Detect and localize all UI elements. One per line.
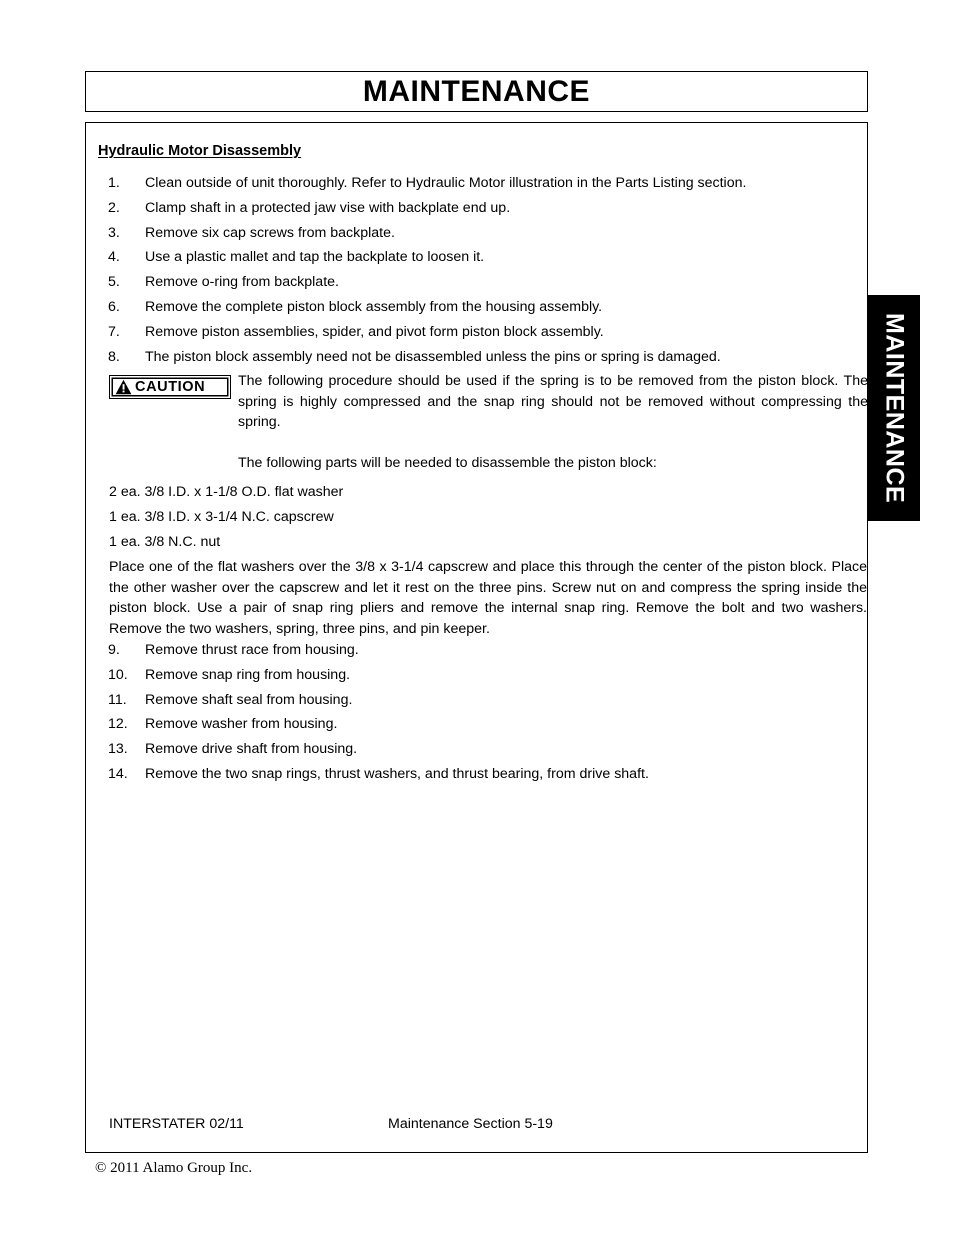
list-item: 6. Remove the complete piston block asse… [98, 295, 857, 320]
list-item-number: 9. [108, 642, 120, 658]
list-item: 5. Remove o-ring from backplate. [98, 270, 857, 295]
copyright-notice: © 2011 Alamo Group Inc. [95, 1160, 253, 1176]
list-item-number: 6. [108, 298, 120, 315]
list-item-number: 11. [108, 691, 127, 708]
list-item-text: Clean outside of unit thoroughly. Refer … [145, 175, 747, 191]
footer-model-date: INTERSTATER 02/11 [109, 1116, 244, 1132]
list-item-text: Remove the complete piston block assembl… [145, 298, 603, 315]
section-side-tab-label: MAINTENANCE [880, 312, 909, 504]
list-item: 1. Clean outside of unit thoroughly. Ref… [98, 171, 857, 196]
footer-section-label: Maintenance Section 5-19 [388, 1116, 553, 1132]
list-item-number: 1. [108, 175, 120, 191]
list-item-text: Remove o-ring from backplate. [145, 274, 339, 291]
content-box: Hydraulic Motor Disassembly 1. Clean out… [85, 122, 868, 1153]
page-footer: INTERSTATER 02/11 Maintenance Section 5-… [109, 1116, 849, 1134]
list-item-text: Remove six cap screws from backplate. [145, 224, 395, 241]
list-item-number: 12. [108, 716, 128, 733]
list-item: 9. Remove thrust race from housing. [98, 638, 857, 663]
list-item: 14. Remove the two snap rings, thrust wa… [98, 762, 857, 787]
parts-list: 2 ea. 3/8 I.D. x 1-1/8 O.D. flat washer … [109, 480, 849, 556]
warning-triangle-icon [115, 379, 132, 395]
list-item: 1 ea. 3/8 N.C. nut [109, 534, 221, 551]
caution-badge-label: CAUTION [135, 378, 206, 395]
list-item-number: 8. [108, 348, 120, 365]
list-item: 12. Remove washer from housing. [98, 712, 857, 737]
page-title: MAINTENANCE [362, 74, 591, 108]
list-item-text: Remove the two snap rings, thrust washer… [145, 765, 649, 782]
list-item-number: 13. [108, 741, 128, 758]
list-item: 11. Remove shaft seal from housing. [98, 688, 857, 713]
list-item-text: Remove thrust race from housing. [145, 642, 359, 658]
list-item-text: Remove drive shaft from housing. [145, 741, 358, 758]
section-side-tab: MAINTENANCE [868, 295, 920, 521]
list-item-number: 2. [108, 199, 120, 216]
section-heading: Hydraulic Motor Disassembly [98, 143, 302, 159]
list-item-number: 5. [108, 274, 120, 291]
list-item: 3. Remove six cap screws from backplate. [98, 221, 857, 246]
list-item: 4. Use a plastic mallet and tap the back… [98, 245, 857, 270]
list-item-number: 14. [108, 765, 128, 782]
list-item-text: Remove washer from housing. [145, 716, 338, 733]
content-inner: Hydraulic Motor Disassembly 1. Clean out… [98, 123, 868, 1152]
list-item-number: 7. [108, 323, 120, 340]
caution-text: The following procedure should be used i… [238, 373, 868, 431]
list-item: 7. Remove piston assemblies, spider, and… [98, 320, 857, 345]
list-item-text: Use a plastic mallet and tap the backpla… [145, 249, 485, 266]
list-item: 2. Clamp shaft in a protected jaw vise w… [98, 196, 857, 221]
list-item-text: Remove piston assemblies, spider, and pi… [145, 323, 604, 340]
list-item-text: The piston block assembly need not be di… [145, 348, 721, 365]
list-item-number: 10. [108, 666, 128, 683]
body-paragraph: Place one of the flat washers over the 3… [109, 559, 867, 637]
list-item-number: 4. [108, 249, 120, 266]
list-item-number: 3. [108, 224, 120, 241]
list-item-text: Clamp shaft in a protected jaw vise with… [145, 199, 511, 216]
procedure-steps-first: 1. Clean outside of unit thoroughly. Ref… [98, 171, 857, 369]
list-item: 10. Remove snap ring from housing. [98, 663, 857, 688]
list-item: 1 ea. 3/8 I.D. x 3-1/4 N.C. capscrew [109, 509, 334, 526]
list-item-text: Remove shaft seal from housing. [145, 691, 353, 708]
list-item: 8. The piston block assembly need not be… [98, 345, 857, 370]
list-item: 2 ea. 3/8 I.D. x 1-1/8 O.D. flat washer [109, 484, 344, 500]
caution-badge: CAUTION [109, 375, 231, 399]
procedure-steps-second: 9. Remove thrust race from housing. 10. … [98, 638, 857, 787]
list-item-text: Remove snap ring from housing. [145, 666, 351, 683]
page-header-box: MAINTENANCE [85, 71, 868, 112]
parts-intro-line: The following parts will be needed to di… [238, 455, 657, 471]
list-item: 13. Remove drive shaft from housing. [98, 737, 857, 762]
